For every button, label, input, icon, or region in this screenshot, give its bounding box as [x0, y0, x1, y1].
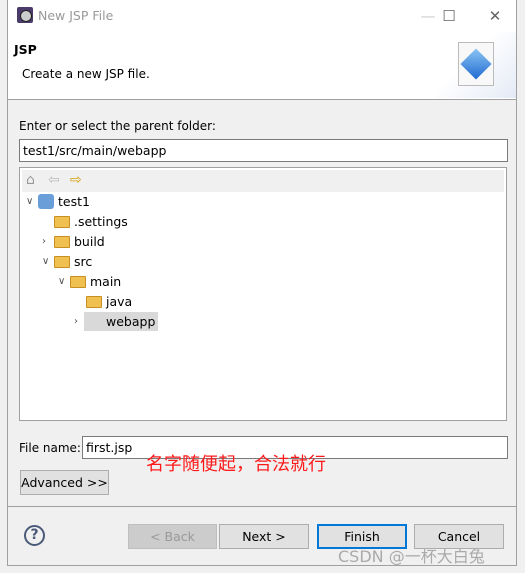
folder-icon — [54, 236, 70, 248]
page-description: Create a new JSP file. — [22, 67, 150, 81]
home-icon[interactable]: ⌂ — [26, 172, 35, 188]
back-button[interactable]: < Back — [128, 524, 217, 549]
tree-item-label: java — [106, 294, 133, 309]
title-bar: New JSP File — ☐ ✕ — [8, 0, 516, 32]
folder-icon — [86, 296, 102, 308]
tree-item[interactable]: › build — [20, 232, 506, 251]
tree-item-label: build — [74, 234, 105, 249]
jsp-file-wizard-icon — [436, 32, 516, 98]
help-icon[interactable]: ? — [24, 525, 45, 546]
chevron-right-icon[interactable]: › — [74, 312, 84, 331]
page-title: JSP — [14, 42, 37, 57]
tree-item[interactable]: ∨ src — [20, 252, 506, 271]
tree-item[interactable]: java — [20, 292, 506, 311]
chevron-down-icon[interactable]: ∨ — [26, 192, 36, 211]
tree-item-label: webapp — [84, 312, 159, 331]
parent-folder-input[interactable]: test1/src/main/webapp — [19, 139, 508, 162]
file-name-label: File name: — [19, 441, 81, 455]
folder-label: Enter or select the parent folder: — [19, 119, 216, 133]
folder-icon — [54, 256, 70, 268]
forward-icon[interactable]: ⇨ — [70, 172, 82, 188]
divider — [8, 506, 516, 507]
chevron-down-icon[interactable]: ∨ — [42, 252, 52, 271]
advanced-button[interactable]: Advanced >> — [20, 470, 109, 495]
tree-item[interactable]: ∨ main — [20, 272, 506, 291]
maximize-button[interactable]: ☐ — [434, 5, 464, 27]
chevron-right-icon[interactable]: › — [42, 232, 52, 251]
tree-item[interactable]: .settings — [20, 212, 506, 231]
tree-item-label: main — [90, 274, 122, 289]
close-button[interactable]: ✕ — [480, 5, 510, 27]
folder-icon — [54, 216, 70, 228]
eclipse-icon — [17, 7, 33, 23]
chevron-down-icon[interactable]: ∨ — [58, 272, 68, 291]
wizard-header: JSP Create a new JSP file. — [8, 32, 516, 100]
project-icon — [38, 194, 54, 209]
annotation-text: 名字随便起，合法就行 — [146, 454, 326, 475]
tree-item[interactable]: › webapp — [20, 312, 506, 331]
tree-item[interactable]: ∨ test1 — [20, 192, 506, 211]
tree-item-label: test1 — [58, 194, 90, 209]
tree-item-label: src — [74, 254, 93, 269]
window-title: New JSP File — [38, 8, 114, 23]
next-button[interactable]: Next > — [219, 524, 309, 549]
tree-toolbar: ⌂ ⇦ ⇨ — [22, 170, 504, 192]
dialog-window: New JSP File — ☐ ✕ JSP Create a new JSP … — [7, 0, 517, 566]
folder-tree[interactable]: ⌂ ⇦ ⇨ ∨ test1 .settings › build ∨ src ∨ main java… — [19, 167, 507, 421]
tree-item-label: .settings — [74, 214, 128, 229]
watermark: CSDN @一杯大白兔 — [338, 547, 485, 566]
folder-icon — [70, 276, 86, 288]
back-icon[interactable]: ⇦ — [48, 172, 60, 188]
